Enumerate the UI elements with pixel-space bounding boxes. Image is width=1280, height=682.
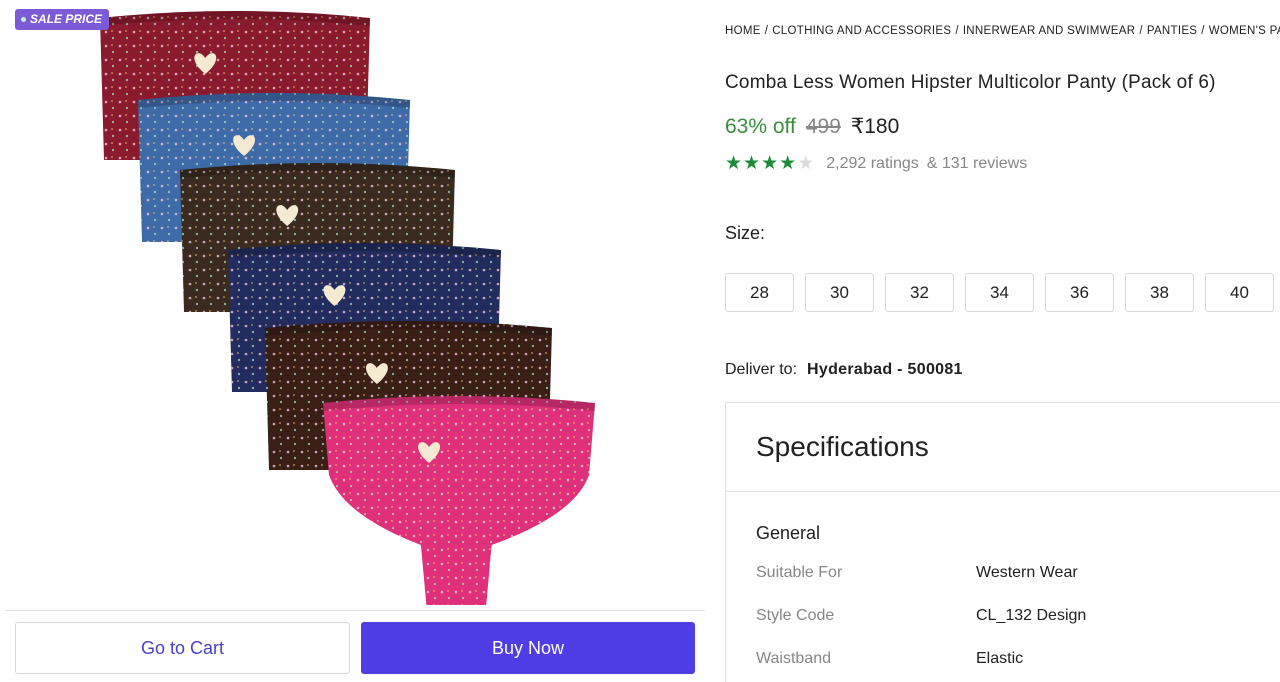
- breadcrumb-panties[interactable]: PANTIES: [1147, 25, 1197, 37]
- size-option-28[interactable]: 28: [725, 273, 794, 312]
- size-option-36[interactable]: 36: [1045, 273, 1114, 312]
- rating-row[interactable]: ★ ★ ★ ★ ★ 2,292 ratings & 131 reviews: [725, 154, 1027, 174]
- panty-6: [323, 396, 595, 605]
- product-gallery[interactable]: SALE PRICE: [5, 0, 705, 610]
- star-filled-icon: ★: [779, 153, 797, 174]
- action-bar: Go to Cart Buy Now: [5, 610, 705, 682]
- sale-price-badge: SALE PRICE: [15, 9, 110, 30]
- breadcrumb: HOME / CLOTHING AND ACCESSORIES / INNERWEAR …: [725, 25, 1280, 37]
- details-column: HOME / CLOTHING AND ACCESSORIES / INNERWEAR …: [725, 0, 1280, 682]
- sale-price-label: SALE PRICE: [30, 12, 103, 26]
- breadcrumb-separator: /: [1139, 25, 1143, 37]
- original-price: 499: [805, 115, 841, 138]
- spec-row: Waistband Elastic: [756, 650, 1023, 668]
- size-label: Size:: [725, 223, 766, 243]
- breadcrumb-clothing[interactable]: CLOTHING AND ACCESSORIES: [772, 25, 951, 37]
- spec-key: Waistband: [756, 650, 831, 667]
- badge-dot-icon: [21, 17, 26, 22]
- size-option-40[interactable]: 40: [1205, 273, 1274, 312]
- spec-value: CL_132 Design: [976, 607, 1087, 624]
- spec-key: Suitable For: [756, 564, 843, 581]
- delivery-location: Hyderabad - 500081: [807, 361, 963, 378]
- image-column: SALE PRICE Go to Cart Buy Now: [0, 0, 708, 682]
- star-rating: ★ ★ ★ ★ ★: [725, 154, 814, 174]
- spec-value: Western Wear: [976, 564, 1078, 581]
- star-filled-icon: ★: [743, 153, 761, 174]
- product-title: Comba Less Women Hipster Multicolor Pant…: [725, 72, 1216, 93]
- spec-value: Elastic: [976, 650, 1024, 667]
- delivery-info[interactable]: Deliver to: Hyderabad - 500081: [725, 361, 963, 379]
- size-options: 28 30 32 34 36 38 40: [725, 273, 1274, 312]
- spec-key: Style Code: [756, 607, 835, 624]
- deliver-to-label: Deliver to:: [725, 361, 798, 378]
- size-option-32[interactable]: 32: [885, 273, 954, 312]
- star-filled-icon: ★: [725, 153, 743, 174]
- spec-row: Style Code CL_132 Design: [756, 607, 1086, 625]
- ratings-count: 2,292 ratings: [826, 155, 919, 172]
- star-empty-icon: ★: [797, 153, 815, 174]
- product-page: SALE PRICE Go to Cart Buy Now HOME / CLOTH…: [0, 0, 1280, 682]
- size-option-30[interactable]: 30: [805, 273, 874, 312]
- spec-row: Suitable For Western Wear: [756, 564, 1078, 582]
- breadcrumb-separator: /: [955, 25, 959, 37]
- product-image[interactable]: [5, 0, 705, 610]
- reviews-count: & 131 reviews: [926, 155, 1028, 172]
- specifications-panel: Specifications General Suitable For West…: [725, 402, 1280, 682]
- breadcrumb-separator: /: [764, 25, 769, 37]
- price-row: 63% off 499 ₹180: [725, 114, 899, 139]
- spec-group-title: General: [756, 523, 821, 543]
- breadcrumb-innerwear[interactable]: INNERWEAR AND SWIMWEAR: [963, 25, 1136, 37]
- star-filled-icon: ★: [761, 153, 779, 174]
- breadcrumb-home[interactable]: HOME: [725, 25, 761, 37]
- size-option-38[interactable]: 38: [1125, 273, 1194, 312]
- specifications-heading: Specifications: [726, 403, 1280, 492]
- buy-now-button[interactable]: Buy Now: [361, 622, 695, 674]
- selling-price: ₹180: [850, 115, 900, 138]
- breadcrumb-separator: /: [1201, 25, 1205, 37]
- go-to-cart-button[interactable]: Go to Cart: [15, 622, 350, 674]
- discount-percent: 63% off: [725, 115, 796, 138]
- breadcrumb-womens-panties[interactable]: WOMEN'S PANTIES: [1209, 25, 1280, 37]
- size-option-34[interactable]: 34: [965, 273, 1034, 312]
